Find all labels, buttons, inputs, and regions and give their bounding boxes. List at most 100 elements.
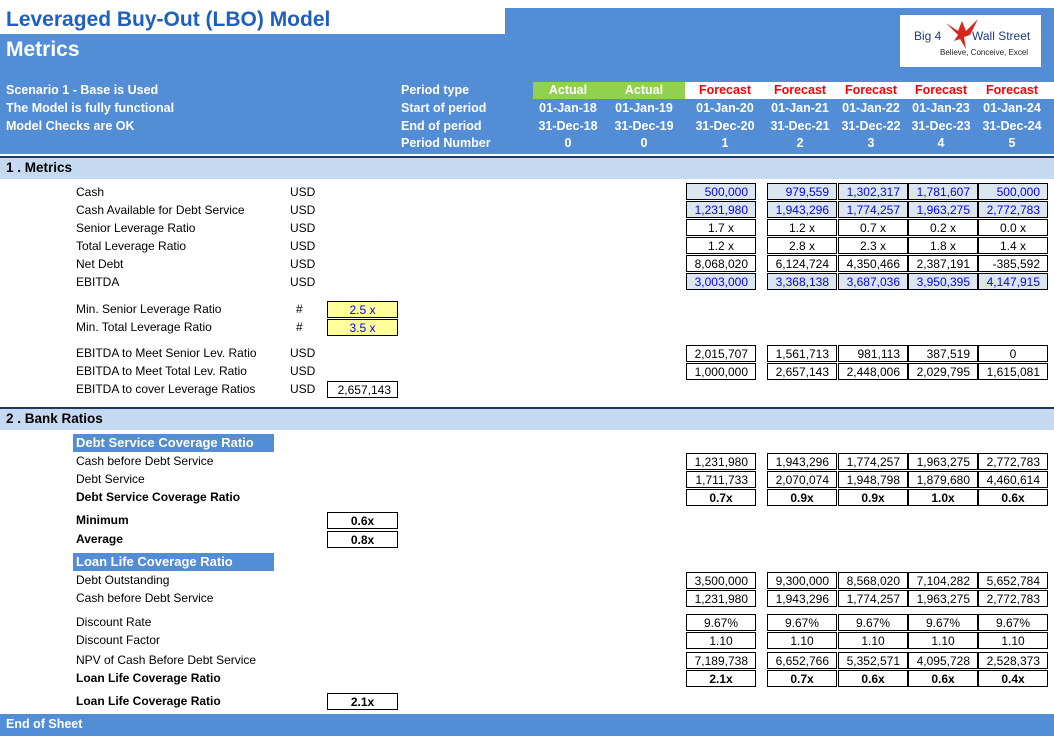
cell-total-lev-4[interactable]: 1.8 x bbox=[908, 237, 978, 254]
cell-llcr-1[interactable]: 2.1x bbox=[686, 670, 756, 687]
value-llcr-summary[interactable]: 2.1x bbox=[327, 693, 398, 710]
logo: Big 4 Wall Street Believe, Conceive, Exc… bbox=[900, 15, 1041, 67]
cell-net-debt-5[interactable]: -385,592 bbox=[978, 255, 1048, 272]
cell-llcr-cash-3[interactable]: 1,774,257 bbox=[838, 590, 908, 607]
cell-llcr-cash-5[interactable]: 2,772,783 bbox=[978, 590, 1048, 607]
cell-debt-out-4[interactable]: 7,104,282 bbox=[908, 572, 978, 589]
value-dscr-minimum[interactable]: 0.6x bbox=[327, 512, 398, 529]
cell-dscr-5[interactable]: 0.6x bbox=[978, 489, 1048, 506]
cell-discount-factor-1[interactable]: 1.10 bbox=[686, 632, 756, 649]
cell-total-lev-2[interactable]: 2.8 x bbox=[767, 237, 837, 254]
cell-cash-3[interactable]: 1,302,317 bbox=[838, 183, 908, 200]
period-end-3: 31-Dec-21 bbox=[770, 119, 830, 133]
cell-cads-2[interactable]: 1,943,296 bbox=[767, 201, 837, 218]
cell-ebitda-5[interactable]: 4,147,915 bbox=[978, 273, 1048, 290]
cell-ebitda-total-2[interactable]: 2,657,143 bbox=[767, 363, 837, 380]
cell-senior-lev-5[interactable]: 0.0 x bbox=[978, 219, 1048, 236]
cell-ebitda-1[interactable]: 3,003,000 bbox=[686, 273, 756, 290]
cell-dscr-cash-3[interactable]: 1,774,257 bbox=[838, 453, 908, 470]
cell-dscr-cash-5[interactable]: 2,772,783 bbox=[978, 453, 1048, 470]
row-unit: USD bbox=[290, 221, 316, 235]
input-min-senior-lev[interactable]: 2.5 x bbox=[327, 301, 398, 318]
cell-llcr-cash-1[interactable]: 1,231,980 bbox=[686, 590, 756, 607]
value-ebitda-cover[interactable]: 2,657,143 bbox=[327, 381, 398, 398]
cell-ebitda-total-5[interactable]: 1,615,081 bbox=[978, 363, 1048, 380]
cell-cash-2[interactable]: 979,559 bbox=[767, 183, 837, 200]
cell-dscr-cash-1[interactable]: 1,231,980 bbox=[686, 453, 756, 470]
cell-npv-3[interactable]: 5,352,571 bbox=[838, 652, 908, 669]
cell-cash-4[interactable]: 1,781,607 bbox=[908, 183, 978, 200]
cell-total-lev-1[interactable]: 1.2 x bbox=[686, 237, 756, 254]
cell-net-debt-4[interactable]: 2,387,191 bbox=[908, 255, 978, 272]
cell-debt-out-5[interactable]: 5,652,784 bbox=[978, 572, 1048, 589]
cell-discount-factor-5[interactable]: 1.10 bbox=[978, 632, 1048, 649]
cell-dscr-1[interactable]: 0.7x bbox=[686, 489, 756, 506]
cell-debt-service-2[interactable]: 2,070,074 bbox=[767, 471, 837, 488]
cell-senior-lev-3[interactable]: 0.7 x bbox=[838, 219, 908, 236]
cell-dscr-cash-4[interactable]: 1,963,275 bbox=[908, 453, 978, 470]
cell-cads-5[interactable]: 2,772,783 bbox=[978, 201, 1048, 218]
cell-llcr-5[interactable]: 0.4x bbox=[978, 670, 1048, 687]
cell-ebitda-senior-5[interactable]: 0 bbox=[978, 345, 1048, 362]
cell-npv-2[interactable]: 6,652,766 bbox=[767, 652, 837, 669]
cell-cash-5[interactable]: 500,000 bbox=[978, 183, 1048, 200]
cell-debt-out-1[interactable]: 3,500,000 bbox=[686, 572, 756, 589]
label-ebitda-senior: EBITDA to Meet Senior Lev. Ratio bbox=[76, 346, 257, 360]
cell-ebitda-total-3[interactable]: 2,448,006 bbox=[838, 363, 908, 380]
cell-ebitda-senior-2[interactable]: 1,561,713 bbox=[767, 345, 837, 362]
cell-discount-rate-4[interactable]: 9.67% bbox=[908, 614, 978, 631]
cell-ebitda-total-4[interactable]: 2,029,795 bbox=[908, 363, 978, 380]
cell-debt-out-3[interactable]: 8,568,020 bbox=[838, 572, 908, 589]
cell-npv-5[interactable]: 2,528,373 bbox=[978, 652, 1048, 669]
period-end-2: 31-Dec-20 bbox=[695, 119, 755, 133]
cell-dscr-4[interactable]: 1.0x bbox=[908, 489, 978, 506]
cell-debt-service-1[interactable]: 1,711,733 bbox=[686, 471, 756, 488]
cell-ebitda-senior-3[interactable]: 981,113 bbox=[838, 345, 908, 362]
cell-ebitda-2[interactable]: 3,368,138 bbox=[767, 273, 837, 290]
input-min-total-lev[interactable]: 3.5 x bbox=[327, 319, 398, 336]
cell-discount-factor-2[interactable]: 1.10 bbox=[767, 632, 837, 649]
cell-dscr-3[interactable]: 0.9x bbox=[838, 489, 908, 506]
cell-dscr-2[interactable]: 0.9x bbox=[767, 489, 837, 506]
cell-discount-rate-5[interactable]: 9.67% bbox=[978, 614, 1048, 631]
cell-llcr-4[interactable]: 0.6x bbox=[908, 670, 978, 687]
cell-debt-service-4[interactable]: 1,879,680 bbox=[908, 471, 978, 488]
cell-ebitda-3[interactable]: 3,687,036 bbox=[838, 273, 908, 290]
cell-dscr-cash-2[interactable]: 1,943,296 bbox=[767, 453, 837, 470]
cell-ebitda-senior-4[interactable]: 387,519 bbox=[908, 345, 978, 362]
cell-discount-rate-3[interactable]: 9.67% bbox=[838, 614, 908, 631]
label-npv-cash: NPV of Cash Before Debt Service bbox=[76, 653, 257, 667]
cell-net-debt-3[interactable]: 4,350,466 bbox=[838, 255, 908, 272]
cell-llcr-2[interactable]: 0.7x bbox=[767, 670, 837, 687]
cell-cash-1[interactable]: 500,000 bbox=[686, 183, 756, 200]
row-label-senior-leverage: Senior Leverage Ratio bbox=[76, 221, 196, 235]
cell-debt-service-5[interactable]: 4,460,614 bbox=[978, 471, 1048, 488]
cell-ebitda-senior-1[interactable]: 2,015,707 bbox=[686, 345, 756, 362]
cell-npv-1[interactable]: 7,189,738 bbox=[686, 652, 756, 669]
cell-senior-lev-1[interactable]: 1.7 x bbox=[686, 219, 756, 236]
label-min-senior-lev: Min. Senior Leverage Ratio bbox=[76, 302, 222, 316]
cell-debt-service-3[interactable]: 1,948,798 bbox=[838, 471, 908, 488]
cell-discount-factor-3[interactable]: 1.10 bbox=[838, 632, 908, 649]
value-dscr-average[interactable]: 0.8x bbox=[327, 531, 398, 548]
cell-npv-4[interactable]: 4,095,728 bbox=[908, 652, 978, 669]
cell-senior-lev-2[interactable]: 1.2 x bbox=[767, 219, 837, 236]
cell-discount-rate-1[interactable]: 9.67% bbox=[686, 614, 756, 631]
cell-ebitda-total-1[interactable]: 1,000,000 bbox=[686, 363, 756, 380]
cell-cads-4[interactable]: 1,963,275 bbox=[908, 201, 978, 218]
cell-llcr-cash-4[interactable]: 1,963,275 bbox=[908, 590, 978, 607]
cell-senior-lev-4[interactable]: 0.2 x bbox=[908, 219, 978, 236]
cell-net-debt-2[interactable]: 6,124,724 bbox=[767, 255, 837, 272]
cell-ebitda-4[interactable]: 3,950,395 bbox=[908, 273, 978, 290]
cell-discount-rate-2[interactable]: 9.67% bbox=[767, 614, 837, 631]
cell-total-lev-3[interactable]: 2.3 x bbox=[838, 237, 908, 254]
cell-debt-out-2[interactable]: 9,300,000 bbox=[767, 572, 837, 589]
section-title-bank: 2 . Bank Ratios bbox=[6, 411, 103, 426]
cell-llcr-cash-2[interactable]: 1,943,296 bbox=[767, 590, 837, 607]
cell-net-debt-1[interactable]: 8,068,020 bbox=[686, 255, 756, 272]
cell-discount-factor-4[interactable]: 1.10 bbox=[908, 632, 978, 649]
cell-cads-1[interactable]: 1,231,980 bbox=[686, 201, 756, 218]
cell-llcr-3[interactable]: 0.6x bbox=[838, 670, 908, 687]
cell-total-lev-5[interactable]: 1.4 x bbox=[978, 237, 1048, 254]
cell-cads-3[interactable]: 1,774,257 bbox=[838, 201, 908, 218]
